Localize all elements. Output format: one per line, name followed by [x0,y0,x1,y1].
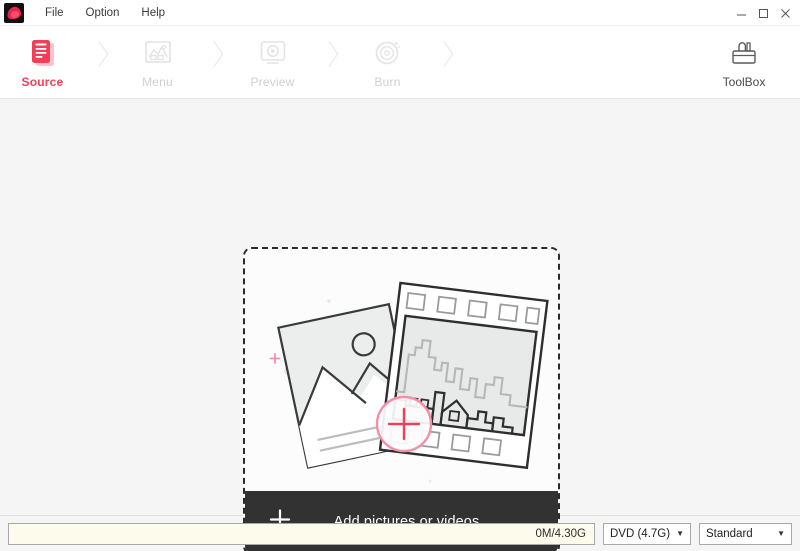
menu-item-file[interactable]: File [34,3,75,23]
chevron-down-icon: ▼ [676,528,684,538]
dropzone-illustration-area [245,249,558,491]
photos-and-filmstrip-illustration [269,281,549,483]
documents-stack-icon [28,37,58,69]
disc-icon [373,37,403,69]
step-separator [200,26,230,98]
step-source[interactable]: Source [0,26,85,98]
quality-select[interactable]: Standard ▼ [699,522,792,545]
maximize-icon[interactable] [752,2,774,24]
step-burn-label: Burn [374,75,401,89]
menu-item-option[interactable]: Option [75,3,131,23]
step-preview-label: Preview [250,75,295,89]
toolbox-label: ToolBox [722,74,766,89]
disc-capacity-label: 0M/4.30G [535,527,587,540]
step-separator [430,26,460,98]
application-window: File Option Help Source Menu Preview Bur… [0,0,800,551]
plus-circle-icon [375,395,433,453]
step-separator [85,26,115,98]
close-icon[interactable] [774,2,796,24]
toolbox-button[interactable]: ToolBox [706,26,782,98]
title-bar: File Option Help [0,0,800,26]
menu-item-help[interactable]: Help [130,3,176,23]
step-source-label: Source [21,75,64,89]
toolbox-icon [729,36,759,68]
quality-value: Standard [706,527,753,540]
main-content-area: Add pictures or videos [0,99,800,551]
media-dropzone[interactable]: Add pictures or videos [243,247,560,551]
disc-capacity-progress-bar: 0M/4.30G [8,522,595,545]
flame-logo-icon [4,2,24,23]
window-controls [730,0,796,26]
menu-bar: File Option Help [34,3,176,23]
step-menu[interactable]: Menu [115,26,200,98]
step-navigation-bar: Source Menu Preview Burn ToolBox [0,26,800,99]
step-list: Source Menu Preview Burn [0,26,460,98]
step-burn[interactable]: Burn [345,26,430,98]
chevron-down-icon: ▼ [777,528,785,538]
picture-frame-icon [143,37,173,69]
step-preview[interactable]: Preview [230,26,315,98]
monitor-play-icon [258,37,288,69]
disc-type-value: DVD (4.7G) [610,527,671,540]
step-separator [315,26,345,98]
disc-type-select[interactable]: DVD (4.7G) ▼ [603,522,691,545]
minimize-icon[interactable] [730,2,752,24]
step-menu-label: Menu [142,75,173,89]
